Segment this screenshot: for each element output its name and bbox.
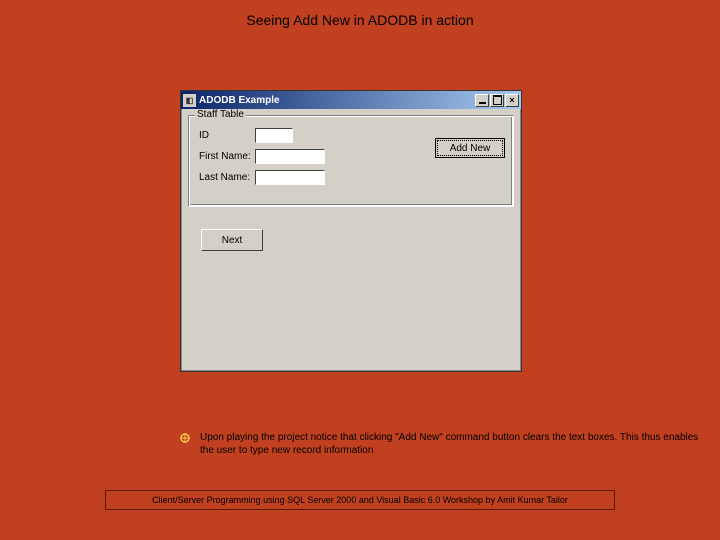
form-icon: ◧ <box>183 94 196 107</box>
last-name-label: Last Name: <box>199 172 255 183</box>
vb-window: ◧ ADODB Example × Staff Table ID First N… <box>180 90 522 372</box>
first-name-input[interactable] <box>255 149 325 164</box>
bullet-icon <box>180 433 190 443</box>
slide-title: Seeing Add New in ADODB in action <box>0 12 720 28</box>
next-button[interactable]: Next <box>201 229 263 251</box>
window-controls: × <box>475 94 519 107</box>
id-input[interactable] <box>255 128 293 143</box>
last-name-input[interactable] <box>255 170 325 185</box>
window-title: ADODB Example <box>199 95 475 106</box>
minimize-button[interactable] <box>475 94 489 107</box>
explanatory-note: Upon playing the project notice that cli… <box>180 432 700 457</box>
close-button[interactable]: × <box>505 94 519 107</box>
id-label: ID <box>199 130 255 141</box>
add-new-button[interactable]: Add New <box>435 138 505 158</box>
first-name-label: First Name: <box>199 151 255 162</box>
footer-credit: Client/Server Programming using SQL Serv… <box>105 490 615 510</box>
maximize-button[interactable] <box>490 94 504 107</box>
first-name-row: First Name: <box>199 149 325 164</box>
note-text: Upon playing the project notice that cli… <box>200 432 700 457</box>
id-row: ID <box>199 128 293 143</box>
window-titlebar[interactable]: ◧ ADODB Example × <box>181 91 521 109</box>
groupbox-legend: Staff Table <box>195 109 246 120</box>
last-name-row: Last Name: <box>199 170 325 185</box>
staff-table-groupbox: Staff Table ID First Name: Last Name: Ad… <box>188 115 514 207</box>
